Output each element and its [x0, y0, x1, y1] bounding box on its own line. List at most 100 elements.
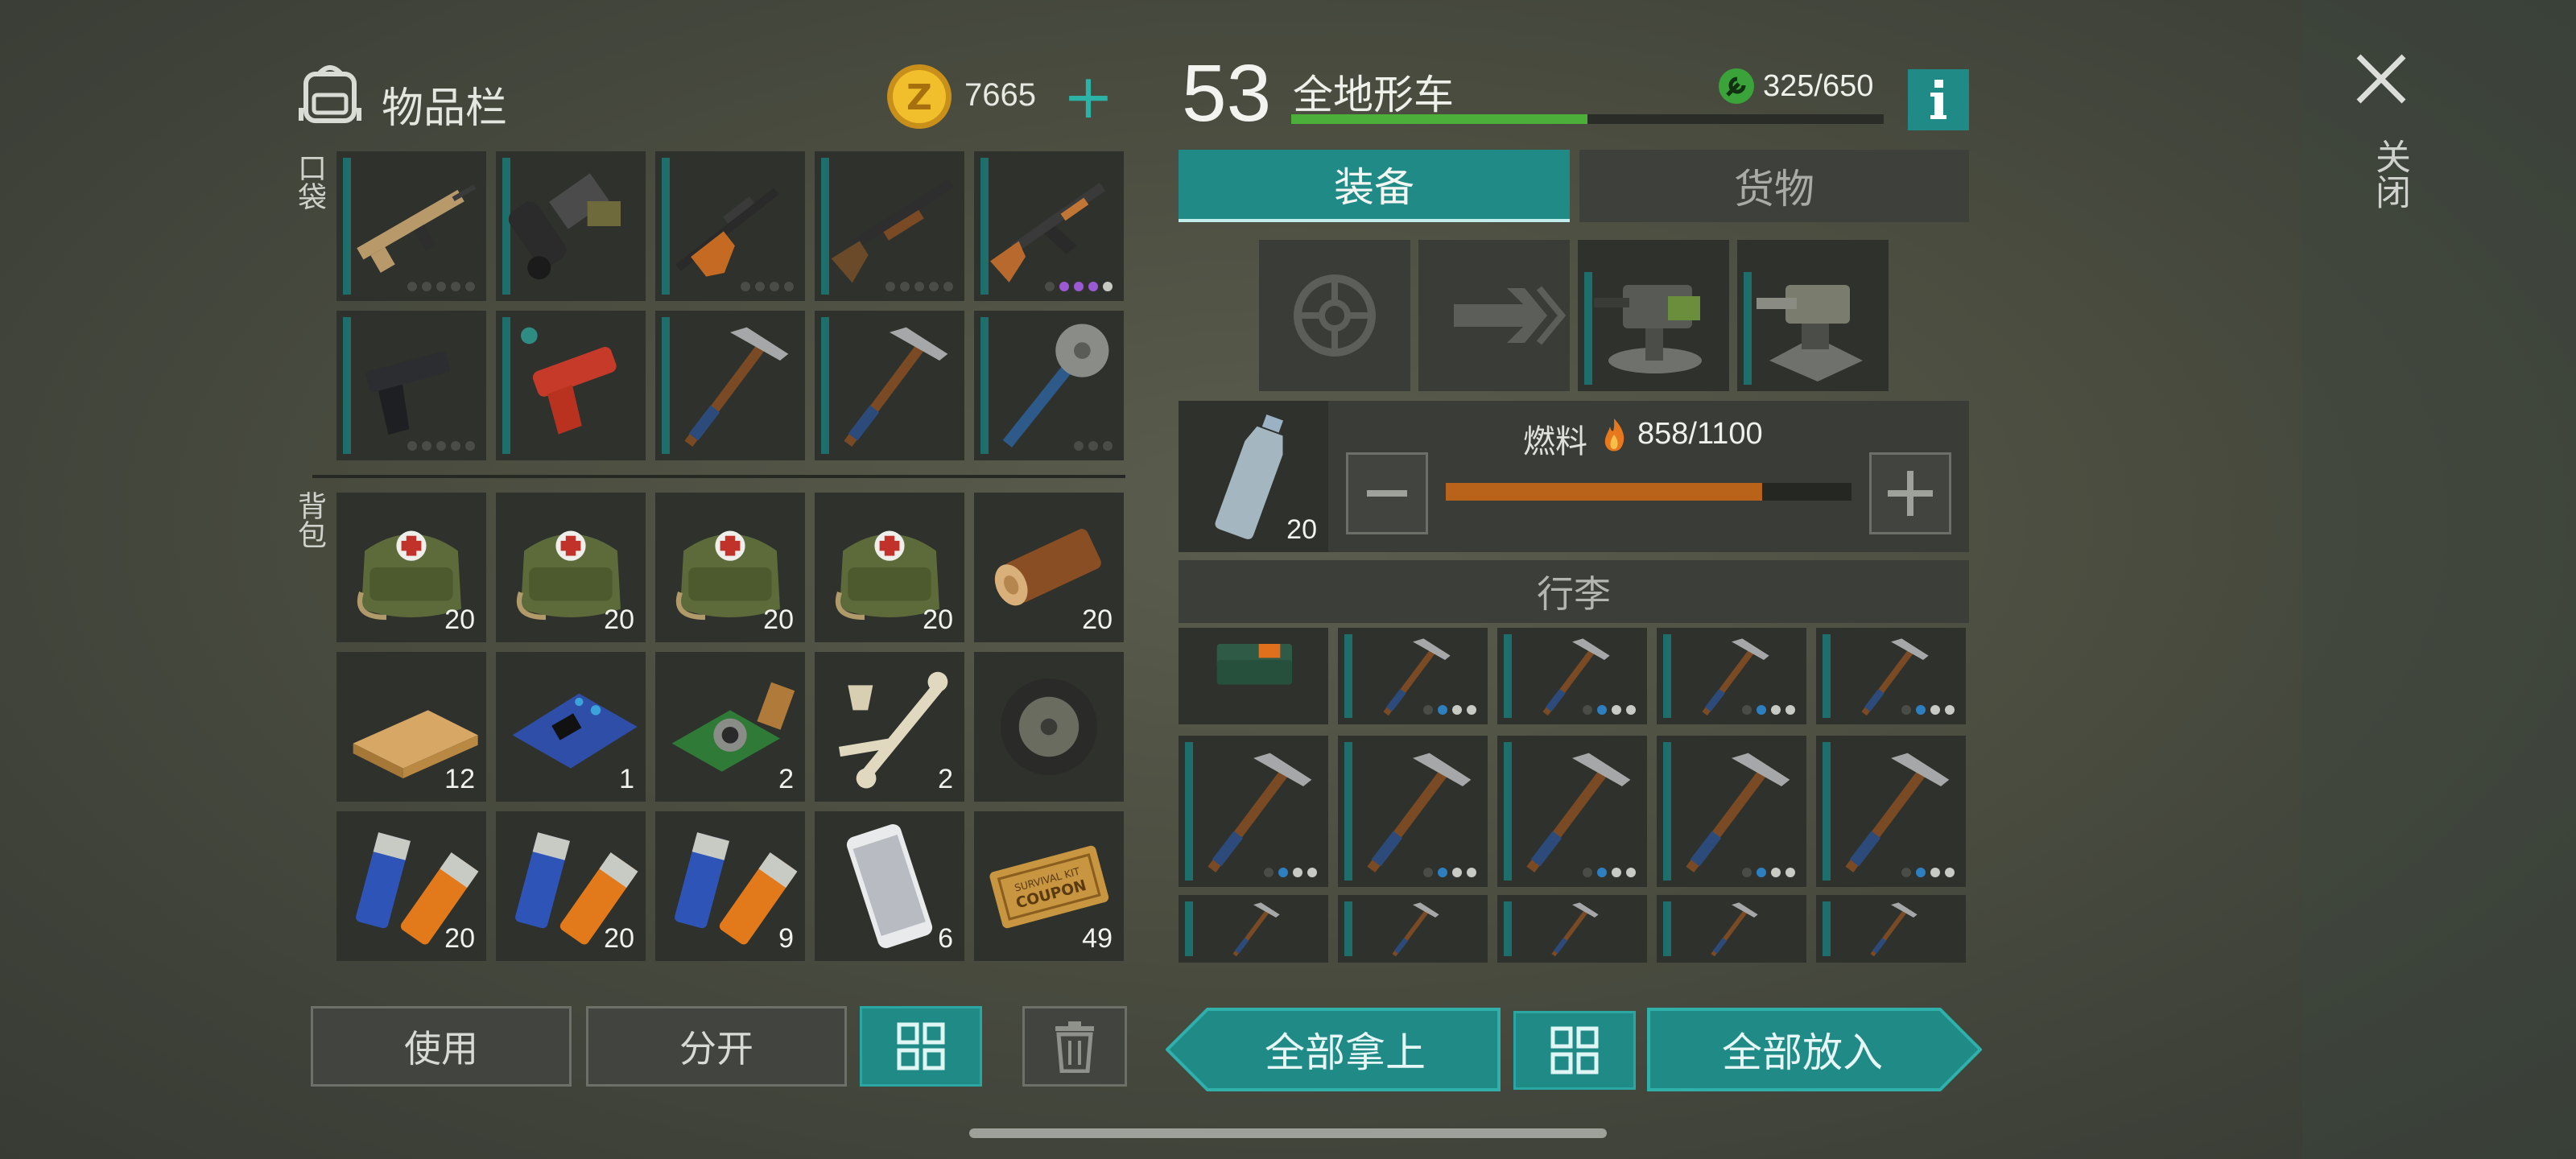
fuel-bottle-slot[interactable]: 20	[1179, 401, 1328, 552]
pocket-slot[interactable]	[815, 311, 964, 460]
backpack-slot[interactable]	[974, 652, 1124, 802]
trash-button[interactable]	[1022, 1006, 1127, 1087]
backpack-slot[interactable]: 20	[336, 493, 486, 642]
item-quality-dots	[1264, 868, 1317, 877]
equip-slot-wheel[interactable]	[1259, 240, 1410, 391]
luggage-slot[interactable]	[1338, 736, 1488, 887]
pocket-slot[interactable]	[974, 151, 1124, 301]
take-all-button[interactable]: 全部拿上	[1166, 1008, 1501, 1091]
quality-dot	[451, 441, 460, 451]
item-count: 20	[763, 604, 794, 635]
luggage-slot[interactable]	[1497, 628, 1647, 724]
quality-dot	[1103, 282, 1113, 291]
luggage-slot[interactable]	[1816, 736, 1966, 887]
flare-gun-icon	[521, 327, 617, 435]
backpack-slot[interactable]: 20	[496, 811, 646, 961]
backpack-slot[interactable]: 9	[655, 811, 805, 961]
quality-dot	[1438, 868, 1447, 877]
pocket-slot[interactable]	[655, 151, 805, 301]
backpack-slot[interactable]: 2	[815, 652, 964, 802]
tab-cargo[interactable]: 货物	[1579, 150, 1969, 222]
quality-dot	[1088, 282, 1098, 291]
luggage-slot[interactable]	[1657, 628, 1806, 724]
backpack-slot[interactable]: 1	[496, 652, 646, 802]
luggage-slot[interactable]	[1179, 736, 1328, 887]
quality-dot	[770, 282, 779, 291]
luggage-slot[interactable]	[1816, 628, 1966, 724]
quality-dot	[436, 282, 446, 291]
durability-value: 325/650	[1763, 69, 1874, 103]
pocket-slot[interactable]	[336, 151, 486, 301]
pocket-slot[interactable]	[336, 311, 486, 460]
section-divider	[312, 475, 1125, 478]
wheel-icon	[1001, 678, 1097, 775]
quality-dot	[1423, 868, 1433, 877]
equip-slot-turret-2[interactable]	[1737, 240, 1889, 391]
backpack-slot[interactable]: 20	[974, 493, 1124, 642]
pocket-slot[interactable]	[496, 311, 646, 460]
pocket-slot[interactable]	[974, 311, 1124, 460]
close-button[interactable]: 关闭	[2351, 48, 2412, 209]
quality-dot	[741, 282, 750, 291]
pickaxe-icon	[1392, 902, 1439, 957]
quality-dot	[1742, 868, 1752, 877]
fuel-decrease-button[interactable]	[1346, 452, 1428, 534]
backpack-slot[interactable]: 20	[496, 493, 646, 642]
quality-dot	[422, 282, 431, 291]
backpack-slot[interactable]: SURVIVAL KIT COUPON 49	[974, 811, 1124, 961]
home-indicator[interactable]	[969, 1128, 1607, 1138]
luggage-slot[interactable]	[1338, 628, 1488, 724]
backpack-slot[interactable]: 20	[336, 811, 486, 961]
mounted-crossbow-icon	[1757, 285, 1863, 382]
vehicle-level: 53	[1182, 48, 1272, 138]
pickaxe-icon	[1367, 753, 1472, 873]
equip-slot-turret-1[interactable]	[1578, 240, 1729, 391]
backpack-slot[interactable]: 2	[655, 652, 805, 802]
tab-equipment-label: 装备	[1334, 164, 1414, 211]
luggage-slot[interactable]	[1657, 736, 1806, 887]
split-button[interactable]: 分开	[586, 1006, 847, 1087]
pocket-slot[interactable]	[655, 311, 805, 460]
quality-dot	[1074, 282, 1084, 291]
equip-slot-engine[interactable]	[1418, 240, 1570, 391]
luggage-slot[interactable]	[1816, 895, 1966, 963]
quality-dot	[1626, 705, 1636, 715]
sort-luggage-button[interactable]	[1513, 1011, 1636, 1090]
luggage-slot[interactable]	[1179, 895, 1328, 963]
pocket-slot[interactable]	[496, 151, 646, 301]
backpack-slot[interactable]: 12	[336, 652, 486, 802]
tab-equipment[interactable]: 装备	[1179, 150, 1570, 222]
ammo-crate-icon	[1216, 644, 1292, 685]
backpack-slot[interactable]: 6	[815, 811, 964, 961]
info-button[interactable]	[1908, 69, 1969, 130]
quality-dot	[886, 282, 895, 291]
pickaxe-icon	[1208, 753, 1312, 873]
buy-coins-plus-button[interactable]: +	[1059, 66, 1117, 127]
quality-dot	[451, 282, 460, 291]
item-quality-dots	[1074, 441, 1113, 451]
quality-dot	[1103, 441, 1113, 451]
quality-dot	[1945, 868, 1955, 877]
inventory-title: 物品栏	[382, 85, 508, 133]
luggage-slot[interactable]	[1497, 736, 1647, 887]
put-all-button[interactable]: 全部放入	[1647, 1008, 1982, 1091]
pickaxe-icon	[1711, 902, 1758, 957]
luggage-slot[interactable]	[1657, 895, 1806, 963]
quality-dot	[929, 282, 939, 291]
luggage-slot[interactable]	[1338, 895, 1488, 963]
pocket-slot[interactable]	[815, 151, 964, 301]
luggage-slot[interactable]	[1179, 628, 1328, 724]
svg-text:Z: Z	[906, 77, 932, 118]
quality-dot	[1264, 868, 1274, 877]
use-button[interactable]: 使用	[311, 1006, 572, 1087]
quality-dot	[1307, 868, 1317, 877]
item-quality-dots	[886, 282, 953, 291]
coin-icon: Z	[886, 63, 953, 130]
luggage-slot[interactable]	[1497, 895, 1647, 963]
sort-inventory-button[interactable]	[860, 1006, 982, 1087]
backpack-slot[interactable]: 20	[815, 493, 964, 642]
wheel-outline-icon	[1294, 274, 1376, 357]
fuel-increase-button[interactable]	[1869, 452, 1951, 534]
backpack-slot[interactable]: 20	[655, 493, 805, 642]
quality-dot	[1467, 868, 1476, 877]
